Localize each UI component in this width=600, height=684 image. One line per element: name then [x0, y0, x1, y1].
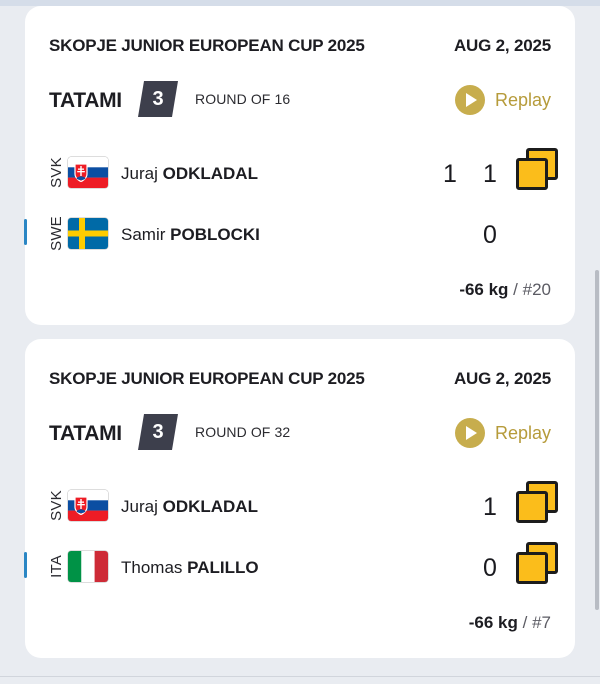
athlete-row-white[interactable]: SVK Juraj ODKLADAL 1 1 — [25, 148, 575, 198]
blue-side-indicator — [24, 552, 27, 578]
event-title: SKOPJE JUNIOR EUROPEAN CUP 2025 — [49, 36, 365, 55]
replay-label: Replay — [494, 422, 551, 443]
score-ippon: 1 — [443, 160, 457, 188]
play-circle-icon — [454, 418, 485, 448]
athlete-row-blue[interactable]: ITA Thomas PALILLO 0 — [24, 542, 575, 592]
athlete-first-name: Juraj — [121, 164, 158, 183]
athlete-last-name: ODKLADAL — [162, 497, 258, 516]
athlete-first-name: Samir — [121, 225, 166, 244]
flag-sweden-icon — [68, 218, 108, 249]
blue-side-indicator — [24, 219, 27, 245]
replay-button[interactable]: Replay — [454, 85, 551, 115]
flag-italy-icon — [68, 551, 108, 582]
shido-card-icon — [516, 148, 560, 192]
contest-number: / #20 — [508, 280, 551, 299]
event-title: SKOPJE JUNIOR EUROPEAN CUP 2025 — [49, 369, 365, 388]
score-waza-ari: 0 — [483, 221, 497, 249]
athlete-last-name: ODKLADAL — [162, 164, 258, 183]
event-date: AUG 2, 2025 — [453, 369, 551, 388]
replay-label: Replay — [494, 89, 551, 110]
play-circle-icon — [454, 85, 485, 115]
athlete-last-name: PALILLO — [187, 558, 259, 577]
athlete-first-name: Thomas — [121, 558, 183, 577]
match-card[interactable]: SKOPJE JUNIOR EUROPEAN CUP 2025 AUG 2, 2… — [24, 339, 575, 658]
score-waza-ari: 1 — [483, 160, 497, 188]
event-date: AUG 2, 2025 — [453, 36, 551, 55]
weight-category: -66 kg / #20 — [459, 280, 551, 300]
round-label: ROUND OF 32 — [195, 424, 291, 440]
flag-slovakia-icon — [68, 490, 108, 521]
weight-category: -66 kg / #7 — [469, 613, 551, 633]
scrollbar[interactable] — [594, 0, 600, 684]
flag-slovakia-icon — [68, 157, 108, 188]
replay-button[interactable]: Replay — [454, 418, 551, 448]
athlete-name: Samir POBLOCKI — [121, 225, 260, 245]
athlete-name: Juraj ODKLADAL — [121, 164, 258, 184]
bottom-divider — [0, 676, 600, 677]
athlete-row-white[interactable]: SVK Juraj ODKLADAL 1 — [25, 481, 575, 531]
weight-class: -66 kg — [468, 613, 518, 632]
tatami-number-badge: 3 — [138, 81, 178, 117]
athlete-name: Juraj ODKLADAL — [121, 497, 258, 517]
weight-class: -66 kg — [459, 280, 509, 299]
shido-card-icon — [516, 542, 560, 586]
scrollbar-thumb[interactable] — [595, 270, 599, 610]
athlete-name: Thomas PALILLO — [121, 558, 259, 578]
match-card[interactable]: SKOPJE JUNIOR EUROPEAN CUP 2025 AUG 2, 2… — [24, 6, 575, 325]
score-waza-ari: 0 — [483, 554, 497, 582]
round-label: ROUND OF 16 — [195, 91, 291, 107]
athlete-last-name: POBLOCKI — [170, 225, 260, 244]
athlete-first-name: Juraj — [121, 497, 158, 516]
tatami-label: TATAMI — [49, 422, 122, 445]
athlete-row-blue[interactable]: SWE Samir POBLOCKI 0 — [24, 209, 575, 259]
shido-card-icon — [516, 481, 560, 525]
contest-number: / #7 — [517, 613, 551, 632]
tatami-label: TATAMI — [49, 89, 122, 112]
score-waza-ari: 1 — [483, 493, 497, 521]
tatami-number-badge: 3 — [138, 414, 178, 450]
